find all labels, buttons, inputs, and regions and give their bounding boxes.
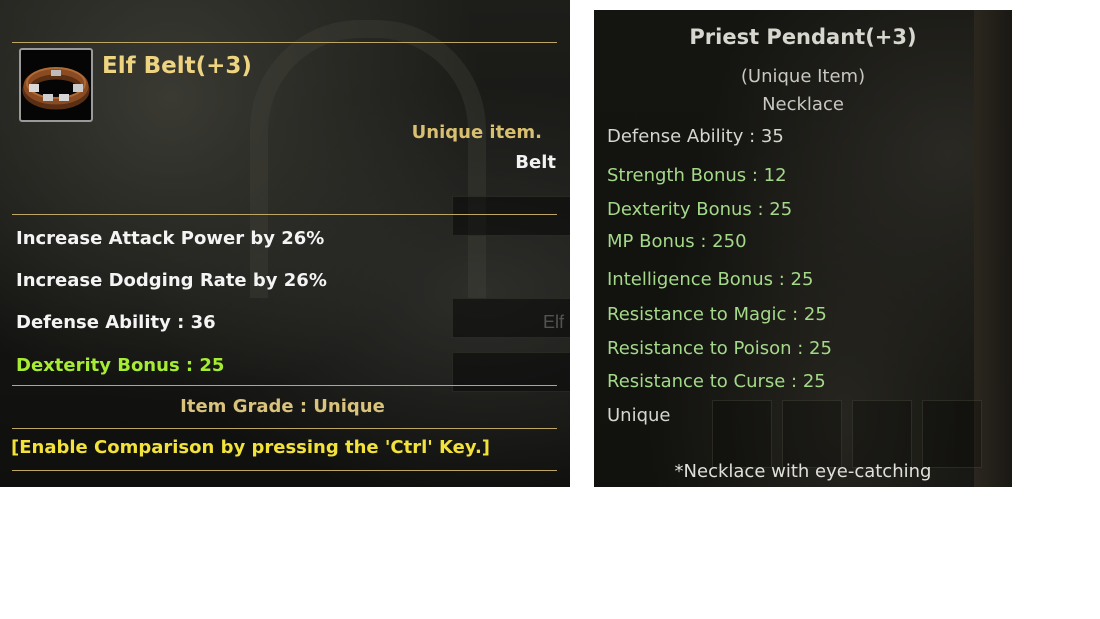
divider <box>12 42 557 43</box>
stat-line: Increase Dodging Rate by 26% <box>16 270 327 291</box>
divider <box>12 470 557 471</box>
stat-bonus: Dexterity Bonus : 25 <box>607 199 793 220</box>
elf-belt-tooltip: Elf Elf Belt(+3) Unique item. Belt Incre… <box>0 0 570 487</box>
item-grade: Unique <box>607 405 671 426</box>
divider <box>12 428 557 429</box>
stat-bonus: Resistance to Magic : 25 <box>607 304 827 325</box>
divider <box>12 385 557 386</box>
item-description: *Necklace with eye-catching <box>674 461 932 482</box>
item-grade: Item Grade : Unique <box>180 396 385 417</box>
stat-bonus: MP Bonus : 250 <box>607 231 747 252</box>
belt-icon-graphic <box>22 67 90 110</box>
stat-line: Defense Ability : 36 <box>16 312 216 333</box>
item-type: Necklace <box>762 94 844 115</box>
background-slot <box>452 196 570 236</box>
background-tile <box>712 400 772 468</box>
background-ghost-label: Elf <box>543 312 565 332</box>
background-tile <box>922 400 982 468</box>
compare-hint: [Enable Comparison by pressing the 'Ctrl… <box>11 437 491 458</box>
background-tile <box>782 400 842 468</box>
item-rarity: (Unique Item) <box>740 66 866 87</box>
stat-line-bonus: Dexterity Bonus : 25 <box>16 355 225 376</box>
belt-icon[interactable] <box>19 48 93 122</box>
item-rarity: Unique item. <box>411 122 542 143</box>
stat-bonus: Intelligence Bonus : 25 <box>607 269 814 290</box>
divider <box>12 214 557 215</box>
item-type: Belt <box>515 152 556 173</box>
background-slot <box>452 352 570 392</box>
stat-bonus: Resistance to Poison : 25 <box>607 338 832 359</box>
background-arch <box>250 20 486 298</box>
stat-defense: Defense Ability : 35 <box>607 126 784 147</box>
stat-line: Increase Attack Power by 26% <box>16 228 325 249</box>
priest-pendant-tooltip: Priest Pendant(+3) (Unique Item) Necklac… <box>594 10 1012 487</box>
item-name: Elf Belt(+3) <box>102 53 252 79</box>
stat-bonus: Strength Bonus : 12 <box>607 165 787 186</box>
background-tile <box>852 400 912 468</box>
stat-bonus: Resistance to Curse : 25 <box>607 371 826 392</box>
item-name: Priest Pendant(+3) <box>689 25 917 49</box>
